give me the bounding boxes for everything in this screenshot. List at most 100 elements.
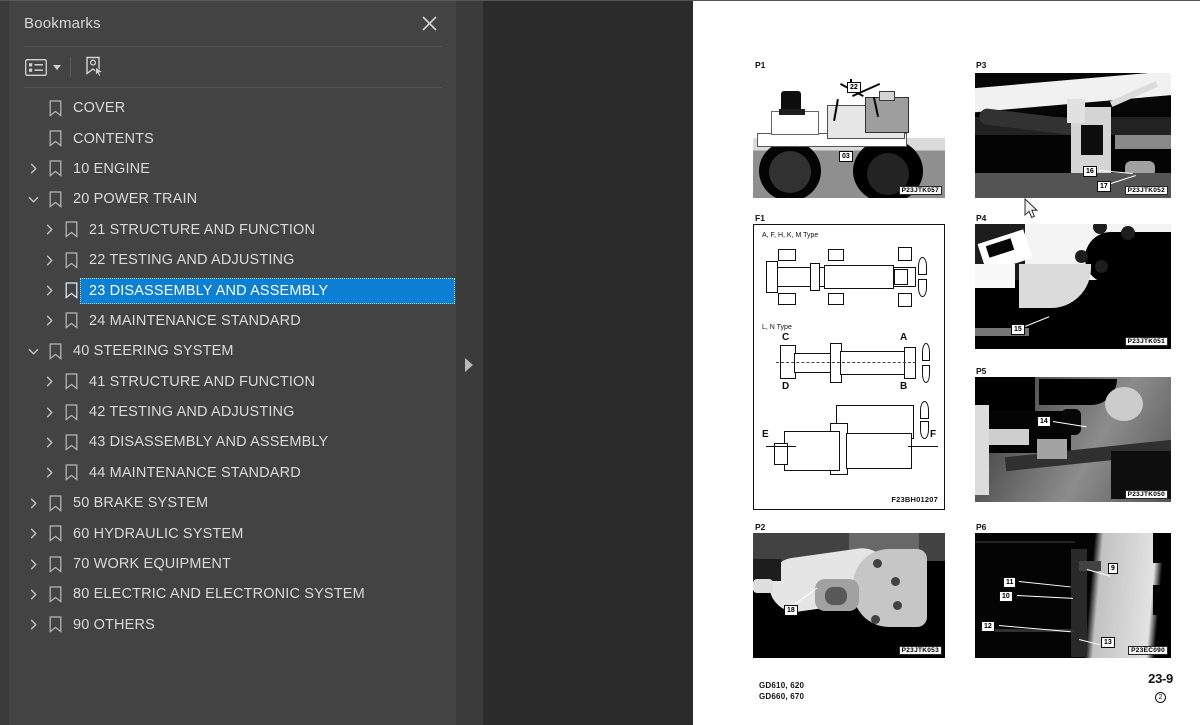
toolbar-separator — [70, 57, 71, 77]
chevron-right-icon[interactable] — [38, 397, 60, 427]
chevron-down-icon — [53, 64, 61, 70]
left-rail — [0, 0, 9, 725]
bookmark-label: 40 STEERING SYSTEM — [73, 343, 234, 360]
page-number-circle: 2 — [1155, 692, 1167, 703]
bookmark-item-cover[interactable]: COVER — [9, 93, 456, 123]
diagram-type-label-1: A, F, H, K, M Type — [762, 232, 819, 239]
panel-splitter[interactable] — [456, 0, 483, 725]
bookmark-label: COVER — [73, 100, 126, 117]
list-options-icon[interactable] — [25, 54, 61, 80]
chevron-right-icon[interactable] — [22, 518, 44, 548]
bookmark-label: 50 BRAKE SYSTEM — [73, 495, 209, 512]
bookmark-label: 10 ENGINE — [73, 160, 151, 177]
photo-p1: 22 03 P23JTK057 — [753, 73, 945, 198]
close-icon[interactable] — [416, 11, 442, 37]
pdf-reader-window: Bookmarks COVER CONTENTS 10 ENGINE 20 PO… — [0, 0, 1200, 725]
figure-code-p5: P23JTK050 — [1124, 490, 1168, 499]
callout: 9 — [1108, 563, 1118, 574]
figure-tag-p4: P4 — [976, 213, 987, 223]
chevron-right-icon[interactable] — [38, 427, 60, 457]
chevron-right-icon[interactable] — [22, 579, 44, 609]
bookmark-icon — [60, 245, 82, 275]
bookmark-icon — [44, 154, 66, 184]
bookmark-icon — [44, 579, 66, 609]
figure-code-p2: P23JTK053 — [898, 646, 942, 655]
figure-tag-p6: P6 — [976, 522, 987, 532]
chevron-down-icon[interactable] — [22, 184, 44, 214]
figure-code-p6: P23EC090 — [1128, 646, 1168, 655]
bookmark-item-90-others[interactable]: 90 OTHERS — [9, 610, 456, 640]
photo-p6: 9 11 10 12 13 P23EC090 — [975, 533, 1171, 658]
bookmark-item-41-structure-and-function[interactable]: 41 STRUCTURE AND FUNCTION — [9, 367, 456, 397]
bookmark-label: 60 HYDRAULIC SYSTEM — [73, 525, 244, 542]
chevron-right-icon[interactable] — [22, 488, 44, 518]
bookmark-item-20-power-train[interactable]: 20 POWER TRAIN — [9, 184, 456, 214]
callout: 10 — [999, 591, 1013, 602]
figure-code-f1: F23BH01207 — [891, 495, 938, 504]
bookmark-icon — [60, 397, 82, 427]
bookmark-label: 41 STRUCTURE AND FUNCTION — [89, 373, 316, 390]
bookmark-icon — [44, 184, 66, 214]
diagram-label-b: B — [900, 381, 908, 392]
bookmark-item-contents[interactable]: CONTENTS — [9, 123, 456, 153]
callout: 22 — [847, 82, 861, 93]
bookmark-item-21-structure-and-function[interactable]: 21 STRUCTURE AND FUNCTION — [9, 215, 456, 245]
panel-title: Bookmarks — [24, 15, 101, 32]
chevron-right-icon[interactable] — [38, 215, 60, 245]
chevron-right-icon[interactable] — [38, 245, 60, 275]
bookmark-item-44-maintenance-standard[interactable]: 44 MAINTENANCE STANDARD — [9, 458, 456, 488]
callout: 03 — [839, 151, 853, 162]
bookmark-label: 21 STRUCTURE AND FUNCTION — [89, 221, 316, 238]
bookmark-item-22-testing-and-adjusting[interactable]: 22 TESTING AND ADJUSTING — [9, 245, 456, 275]
document-viewer[interactable]: P1 22 03 P23JTK057 F1 A, F, H, K, M Type… — [483, 0, 1200, 725]
chevron-right-icon[interactable] — [38, 367, 60, 397]
diagram-label-a: A — [900, 332, 908, 343]
bookmark-label: 42 TESTING AND ADJUSTING — [89, 404, 295, 421]
bookmark-label: 80 ELECTRIC AND ELECTRONIC SYSTEM — [73, 586, 365, 603]
diagram-f1: A, F, H, K, M Type L, N Type C A D B E F… — [753, 224, 945, 510]
bookmark-icon — [60, 215, 82, 245]
figure-code-p3: P23JTK052 — [1124, 186, 1168, 195]
bookmark-item-23-disassembly-and-assembly[interactable]: 23 DISASSEMBLY AND ASSEMBLY — [9, 275, 456, 305]
bookmark-icon — [44, 336, 66, 366]
bookmark-label: 24 MAINTENANCE STANDARD — [89, 312, 301, 329]
chevron-right-icon[interactable] — [38, 306, 60, 336]
photo-p2: 18 P23JTK053 — [753, 533, 945, 658]
bookmark-item-50-brake-system[interactable]: 50 BRAKE SYSTEM — [9, 488, 456, 518]
callout: 15 — [1011, 324, 1025, 335]
figure-tag-p2: P2 — [755, 522, 766, 532]
bookmark-item-42-testing-and-adjusting[interactable]: 42 TESTING AND ADJUSTING — [9, 397, 456, 427]
diagram-label-c: C — [782, 332, 790, 343]
bookmark-item-70-work-equipment[interactable]: 70 WORK EQUIPMENT — [9, 549, 456, 579]
chevron-right-icon[interactable] — [22, 549, 44, 579]
bookmark-label: 70 WORK EQUIPMENT — [73, 556, 232, 573]
bookmark-item-43-disassembly-and-assembly[interactable]: 43 DISASSEMBLY AND ASSEMBLY — [9, 427, 456, 457]
collapse-panel-arrow-icon[interactable] — [465, 358, 473, 372]
bookmark-item-80-electric-and-electronic-system[interactable]: 80 ELECTRIC AND ELECTRONIC SYSTEM — [9, 579, 456, 609]
bookmark-item-60-hydraulic-system[interactable]: 60 HYDRAULIC SYSTEM — [9, 518, 456, 548]
figure-tag-p3: P3 — [976, 60, 987, 70]
bookmark-icon — [44, 549, 66, 579]
chevron-right-icon[interactable] — [38, 458, 60, 488]
bookmark-item-24-maintenance-standard[interactable]: 24 MAINTENANCE STANDARD — [9, 306, 456, 336]
bookmark-label: 20 POWER TRAIN — [73, 191, 198, 208]
figure-tag-p1: P1 — [755, 60, 766, 70]
bookmark-icon — [60, 458, 82, 488]
chevron-right-icon[interactable] — [38, 275, 60, 305]
callout: 16 — [1083, 166, 1097, 177]
bookmark-item-10-engine[interactable]: 10 ENGINE — [9, 154, 456, 184]
bookmark-label: 43 DISASSEMBLY AND ASSEMBLY — [89, 434, 329, 451]
diagram-type-label-2: L, N Type — [762, 324, 792, 331]
callout: 14 — [1037, 416, 1051, 427]
chevron-down-icon[interactable] — [22, 336, 44, 366]
bookmark-item-40-steering-system[interactable]: 40 STEERING SYSTEM — [9, 336, 456, 366]
bookmark-label: 90 OTHERS — [73, 616, 155, 633]
chevron-right-icon[interactable] — [22, 154, 44, 184]
bookmarks-toolbar — [9, 47, 456, 87]
bookmark-tree[interactable]: COVER CONTENTS 10 ENGINE 20 POWER TRAIN 21 S… — [9, 88, 456, 725]
bookmark-icon — [44, 488, 66, 518]
chevron-right-icon[interactable] — [22, 610, 44, 640]
callout: 17 — [1097, 181, 1111, 192]
callout: 13 — [1101, 637, 1115, 648]
bookmark-pointer-icon[interactable] — [84, 54, 105, 80]
